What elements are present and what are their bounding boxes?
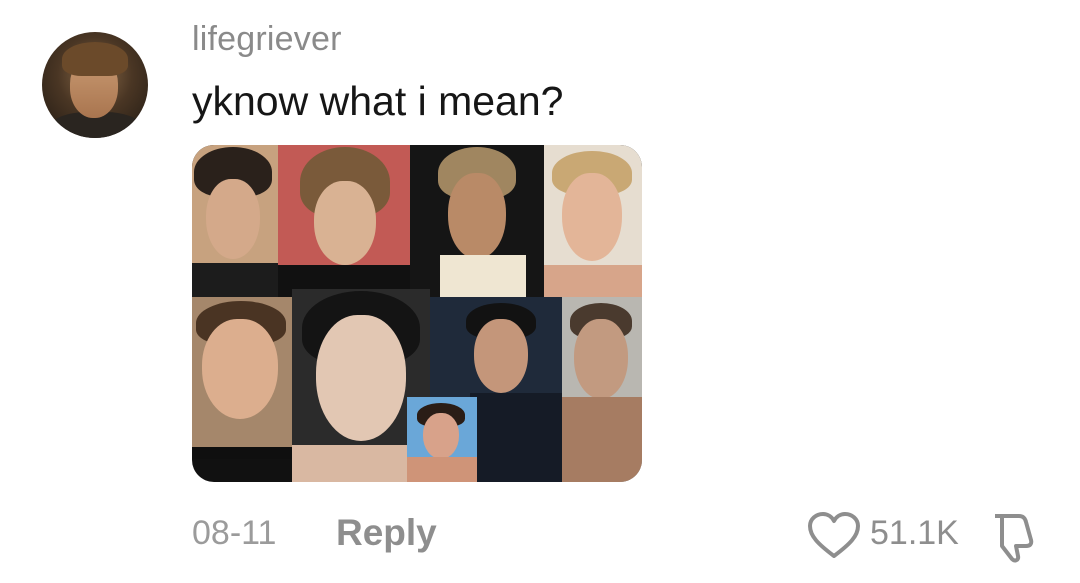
collage-photo <box>562 297 642 482</box>
collage-photo <box>410 145 544 297</box>
reply-button[interactable]: Reply <box>336 512 437 554</box>
collage-photo <box>192 297 292 459</box>
thumbs-down-outline-icon[interactable] <box>985 508 1041 564</box>
comment-text: yknow what i mean? <box>192 78 564 124</box>
comment-date: 08-11 <box>192 514 277 552</box>
heart-outline-icon[interactable] <box>806 512 862 560</box>
collage-photo <box>544 145 642 297</box>
avatar[interactable] <box>42 32 148 138</box>
comment-username[interactable]: lifegriever <box>192 20 342 59</box>
collage-photo <box>407 397 477 482</box>
like-count: 51.1K <box>870 514 959 552</box>
collage-photo <box>192 145 278 297</box>
collage-photo <box>278 145 410 297</box>
comment-image-collage[interactable] <box>192 145 642 482</box>
